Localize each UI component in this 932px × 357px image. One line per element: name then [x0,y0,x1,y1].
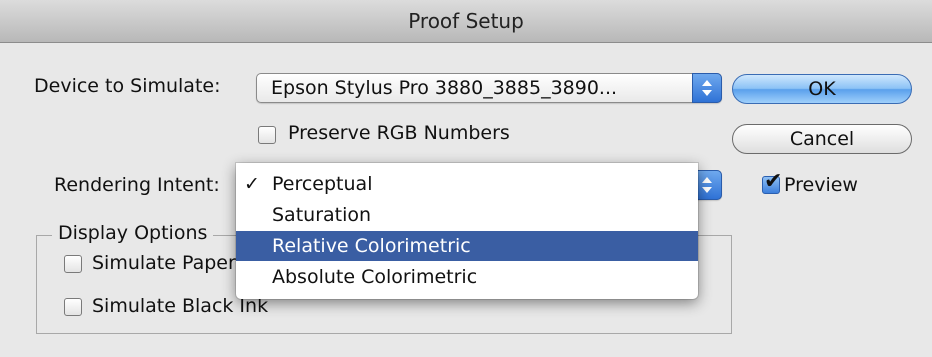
menu-item-saturation[interactable]: Saturation [236,200,698,230]
menu-item-label: Relative Colorimetric [272,235,471,257]
menu-item-perceptual[interactable]: ✓ Perceptual [236,169,698,199]
preview-label: Preview [784,174,858,196]
menu-item-relative-colorimetric[interactable]: Relative Colorimetric [236,231,698,261]
device-popup[interactable]: Epson Stylus Pro 3880_3885_3890... [256,73,722,103]
checkmark-icon: ✓ [244,173,260,195]
preserve-rgb-checkbox[interactable] [258,126,276,144]
simulate-ink-checkbox[interactable] [64,298,82,316]
menu-item-label: Saturation [272,204,372,226]
menu-item-absolute-colorimetric[interactable]: Absolute Colorimetric [236,262,698,292]
device-popup-value: Epson Stylus Pro 3880_3885_3890... [271,77,618,99]
checkmark-icon: ✔ [764,169,783,194]
preserve-rgb-label: Preserve RGB Numbers [288,122,510,144]
display-options-title: Display Options [52,222,214,244]
proof-setup-dialog: Proof Setup Device to Simulate: Epson St… [0,0,932,357]
device-label: Device to Simulate: [34,75,221,97]
simulate-paper-label: Simulate Paper [92,252,236,274]
preview-checkbox[interactable]: ✔ [762,170,782,194]
menu-item-label: Absolute Colorimetric [272,266,478,288]
cancel-button[interactable]: Cancel [732,124,912,154]
ok-button[interactable]: OK [732,74,912,104]
simulate-paper-checkbox[interactable] [64,255,82,273]
popup-stepper-icon [692,73,722,103]
rendering-intent-label: Rendering Intent: [54,174,220,196]
menu-item-label: Perceptual [272,173,373,195]
rendering-intent-menu: ✓ Perceptual Saturation Relative Colorim… [236,163,698,299]
window-title: Proof Setup [0,0,932,43]
